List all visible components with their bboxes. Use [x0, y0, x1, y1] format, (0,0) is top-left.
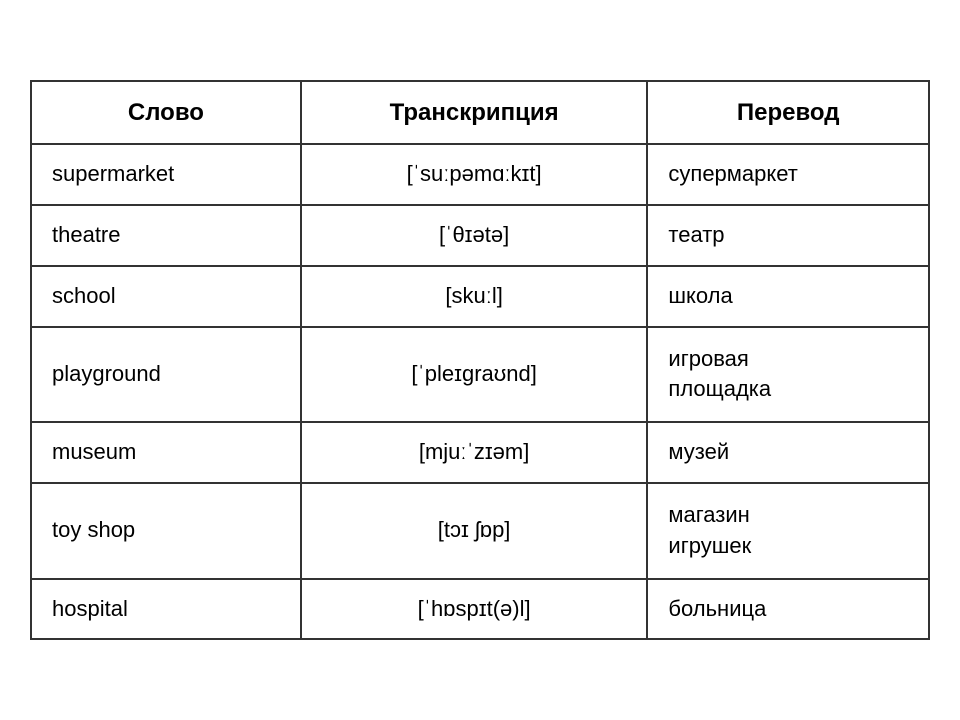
- cell-transcription: [ˈsuːpəmɑːkɪt]: [301, 144, 648, 205]
- table-row: theatre[ˈθɪətə]театр: [31, 205, 929, 266]
- cell-transcription: [ˈpleɪgraʊnd]: [301, 327, 648, 423]
- table-row: hospital[ˈhɒspɪt(ə)l]больница: [31, 579, 929, 640]
- table-row: school[skuːl]школа: [31, 266, 929, 327]
- cell-translation: театр: [647, 205, 929, 266]
- cell-word: playground: [31, 327, 301, 423]
- header-translation: Перевод: [647, 81, 929, 145]
- table-row: playground[ˈpleɪgraʊnd]игроваяплощадка: [31, 327, 929, 423]
- cell-translation: супермаркет: [647, 144, 929, 205]
- cell-word: museum: [31, 422, 301, 483]
- table-row: museum[mjuːˈzɪəm]музей: [31, 422, 929, 483]
- cell-transcription: [ˈhɒspɪt(ə)l]: [301, 579, 648, 640]
- cell-word: toy shop: [31, 483, 301, 579]
- cell-transcription: [tɔɪ ʃɒp]: [301, 483, 648, 579]
- header-transcription: Транскрипция: [301, 81, 648, 145]
- cell-translation: магазинигрушек: [647, 483, 929, 579]
- table-header-row: Слово Транскрипция Перевод: [31, 81, 929, 145]
- cell-translation: игроваяплощадка: [647, 327, 929, 423]
- cell-word: hospital: [31, 579, 301, 640]
- vocabulary-table-wrapper: Слово Транскрипция Перевод supermarket[ˈ…: [30, 80, 930, 641]
- cell-translation: школа: [647, 266, 929, 327]
- cell-word: supermarket: [31, 144, 301, 205]
- table-row: toy shop[tɔɪ ʃɒp]магазинигрушек: [31, 483, 929, 579]
- cell-transcription: [ˈθɪətə]: [301, 205, 648, 266]
- cell-word: school: [31, 266, 301, 327]
- table-row: supermarket[ˈsuːpəmɑːkɪt]супермаркет: [31, 144, 929, 205]
- cell-transcription: [skuːl]: [301, 266, 648, 327]
- header-word: Слово: [31, 81, 301, 145]
- cell-word: theatre: [31, 205, 301, 266]
- cell-translation: музей: [647, 422, 929, 483]
- cell-translation: больница: [647, 579, 929, 640]
- cell-transcription: [mjuːˈzɪəm]: [301, 422, 648, 483]
- vocabulary-table: Слово Транскрипция Перевод supermarket[ˈ…: [30, 80, 930, 641]
